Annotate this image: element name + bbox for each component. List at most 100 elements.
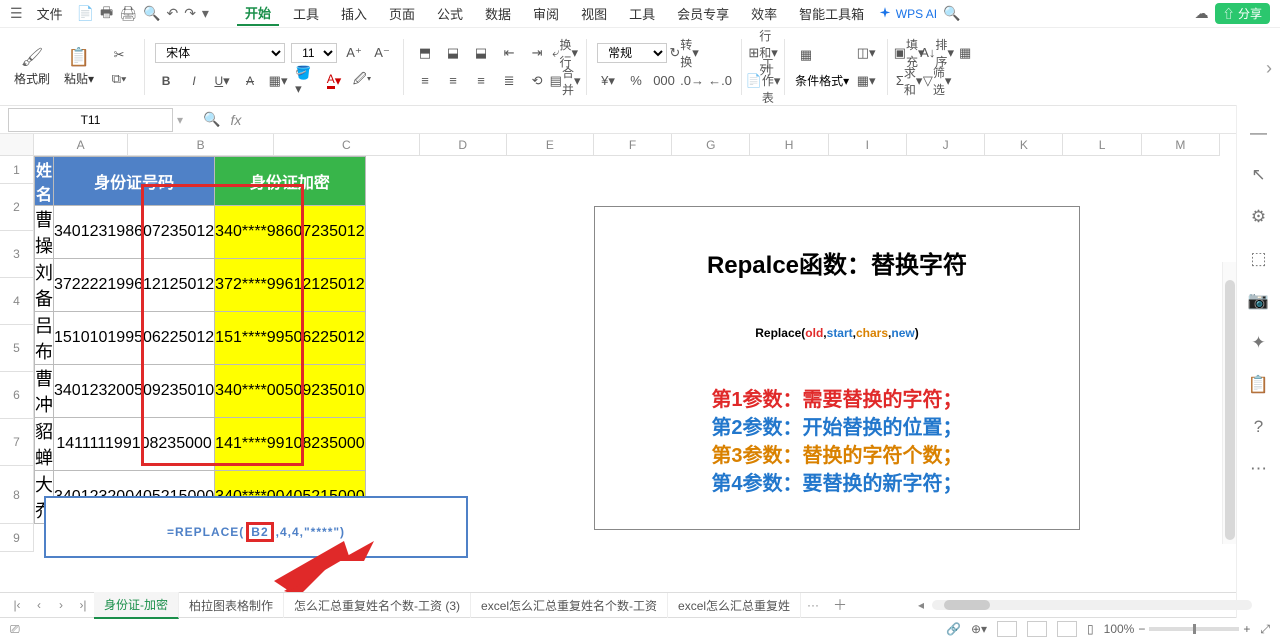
indent-dec-icon[interactable]: ⇤ bbox=[498, 42, 520, 64]
table-cell[interactable]: 曹冲 bbox=[35, 365, 54, 418]
status-icon[interactable]: ⎚ bbox=[10, 622, 20, 637]
target-icon[interactable]: ⊕▾ bbox=[971, 622, 987, 636]
cut-icon[interactable]: ✂ bbox=[108, 44, 130, 66]
search-icon[interactable]: 🔍 bbox=[943, 5, 960, 22]
row-header-3[interactable]: 3 bbox=[0, 231, 34, 278]
tab-tools1[interactable]: 工具 bbox=[285, 2, 327, 25]
hamburger-icon[interactable]: ☰ bbox=[10, 5, 23, 22]
clipboard-icon[interactable]: 📋 bbox=[1248, 375, 1269, 395]
bold-icon[interactable]: B bbox=[155, 70, 177, 92]
print-setup-icon[interactable]: 🖨 bbox=[119, 5, 137, 22]
tab-home[interactable]: 开始 bbox=[237, 1, 279, 26]
sparkles-icon[interactable]: ✦ bbox=[1251, 333, 1265, 353]
tab-review[interactable]: 审阅 bbox=[525, 2, 567, 25]
lookup-icon[interactable]: 🔍 bbox=[203, 111, 220, 128]
col-header-E[interactable]: E bbox=[507, 134, 594, 156]
row-header-7[interactable]: 7 bbox=[0, 419, 34, 466]
zoom-control[interactable]: 100% − + bbox=[1104, 622, 1251, 636]
view-page-icon[interactable] bbox=[1027, 621, 1047, 637]
underline-icon[interactable]: U▾ bbox=[211, 70, 233, 92]
sheet-tab-0[interactable]: 身份证-加密 bbox=[94, 592, 179, 619]
sheet-tab-2[interactable]: 怎么汇总重复姓名个数-工资 (3) bbox=[284, 593, 471, 618]
view-break-icon[interactable] bbox=[1057, 621, 1077, 637]
sheet-tab-4[interactable]: excel怎么汇总重复姓 bbox=[668, 593, 801, 618]
table-cell[interactable]: 340****98607235012 bbox=[215, 206, 365, 259]
vertical-scrollbar[interactable] bbox=[1222, 262, 1236, 544]
spreadsheet-grid[interactable]: ABCDEFGHIJKLM 123456789 姓名身份证号码身份证加密曹操34… bbox=[0, 134, 1280, 592]
tab-overflow-icon[interactable]: ··· bbox=[801, 598, 825, 612]
percent-icon[interactable]: % bbox=[625, 70, 647, 92]
tab-page[interactable]: 页面 bbox=[381, 2, 423, 25]
col-header-G[interactable]: G bbox=[672, 134, 750, 156]
justify-icon[interactable]: ≣ bbox=[498, 70, 520, 92]
undo-icon[interactable]: ↶ bbox=[166, 5, 178, 22]
zoom-out-icon[interactable]: − bbox=[1138, 622, 1145, 636]
view-normal-icon[interactable] bbox=[997, 621, 1017, 637]
horizontal-scrollbar[interactable] bbox=[932, 600, 1252, 610]
table-cell[interactable]: 372222199612125012 bbox=[54, 259, 215, 312]
font-name-select[interactable]: 宋体 bbox=[155, 43, 285, 63]
share-button[interactable]: ⇧ 分享 bbox=[1215, 3, 1270, 24]
cell-style-icon[interactable]: ◫▾ bbox=[855, 42, 877, 64]
formula-input[interactable] bbox=[251, 108, 1280, 132]
fullscreen-icon[interactable]: ⤢ bbox=[1260, 622, 1270, 637]
camera-icon[interactable]: 📷 bbox=[1248, 291, 1269, 311]
tab-prev-icon[interactable]: ‹ bbox=[28, 598, 50, 612]
sum-button[interactable]: Σ 求和▾ bbox=[898, 70, 920, 92]
cloud-icon[interactable]: ☁ bbox=[1195, 5, 1209, 22]
row-header-6[interactable]: 6 bbox=[0, 372, 34, 419]
ribbon-expand-icon[interactable]: › bbox=[1266, 58, 1272, 79]
data-table[interactable]: 姓名身份证号码身份证加密曹操340123198607235012340****9… bbox=[34, 156, 366, 524]
highlight-icon[interactable]: 🖉▾ bbox=[351, 70, 373, 92]
col-header-D[interactable]: D bbox=[420, 134, 507, 156]
paste-button[interactable]: 📋粘贴▾ bbox=[60, 47, 98, 87]
col-header-J[interactable]: J bbox=[907, 134, 985, 156]
table-cell[interactable]: 151010199506225012 bbox=[54, 312, 215, 365]
tab-first-icon[interactable]: |‹ bbox=[6, 598, 28, 612]
orient-icon[interactable]: ⟲ bbox=[526, 70, 548, 92]
tab-eff[interactable]: 效率 bbox=[743, 2, 785, 25]
align-right-icon[interactable]: ≡ bbox=[470, 70, 492, 92]
col-header-H[interactable]: H bbox=[750, 134, 828, 156]
column-headers[interactable]: ABCDEFGHIJKLM bbox=[34, 134, 1220, 156]
file-menu[interactable]: 文件 bbox=[29, 2, 71, 25]
row-headers[interactable]: 123456789 bbox=[0, 156, 34, 552]
sheet-tab-1[interactable]: 柏拉图表格制作 bbox=[179, 593, 284, 618]
table-cell[interactable]: 曹操 bbox=[35, 206, 54, 259]
col-header-M[interactable]: M bbox=[1142, 134, 1220, 156]
minus-icon[interactable]: — bbox=[1250, 123, 1267, 143]
tab-toolbox[interactable]: 智能工具箱 bbox=[791, 2, 872, 25]
format-brush-button[interactable]: 🖌格式刷 bbox=[10, 47, 54, 87]
wrap-button[interactable]: ⤶ 换行▾ bbox=[554, 42, 576, 64]
worksheet-button[interactable]: 📄 工作表▾ bbox=[752, 70, 774, 92]
dec-inc-icon[interactable]: .0→ bbox=[681, 70, 703, 92]
font-size-select[interactable]: 11 bbox=[291, 43, 337, 63]
italic-icon[interactable]: I bbox=[183, 70, 205, 92]
strike-icon[interactable]: A bbox=[239, 70, 261, 92]
col-header-A[interactable]: A bbox=[34, 134, 128, 156]
col-header-B[interactable]: B bbox=[128, 134, 274, 156]
table-cell[interactable]: 141****99108235000 bbox=[215, 418, 365, 471]
tab-tools2[interactable]: 工具 bbox=[621, 2, 663, 25]
data-link-icon[interactable]: 🔗 bbox=[946, 622, 961, 636]
format-table-icon[interactable]: ▦▾ bbox=[855, 70, 877, 92]
table-cell[interactable]: 340123200509235010 bbox=[54, 365, 215, 418]
font-decrease-icon[interactable]: A⁻ bbox=[371, 42, 393, 64]
tab-view[interactable]: 视图 bbox=[573, 2, 615, 25]
help-icon[interactable]: ? bbox=[1254, 417, 1263, 437]
select-tool-icon[interactable]: ↖ bbox=[1251, 165, 1265, 185]
col-header-K[interactable]: K bbox=[985, 134, 1063, 156]
align-top-icon[interactable]: ⬒ bbox=[414, 42, 436, 64]
filter-button[interactable]: ▽ 筛选▾ bbox=[926, 70, 948, 92]
tab-last-icon[interactable]: ›| bbox=[72, 598, 94, 612]
dec-dec-icon[interactable]: ←.0 bbox=[709, 70, 731, 92]
table-cell[interactable]: 141111199108235000 bbox=[54, 418, 215, 471]
font-increase-icon[interactable]: A⁺ bbox=[343, 42, 365, 64]
comma-icon[interactable]: 000 bbox=[653, 70, 675, 92]
col-header-L[interactable]: L bbox=[1063, 134, 1141, 156]
sort-button[interactable]: A↓ 排序▾ bbox=[926, 42, 948, 64]
col-header-C[interactable]: C bbox=[274, 134, 420, 156]
number-format-select[interactable]: 常规 bbox=[597, 43, 667, 63]
table-cell[interactable]: 340123198607235012 bbox=[54, 206, 215, 259]
name-box[interactable] bbox=[8, 108, 173, 132]
